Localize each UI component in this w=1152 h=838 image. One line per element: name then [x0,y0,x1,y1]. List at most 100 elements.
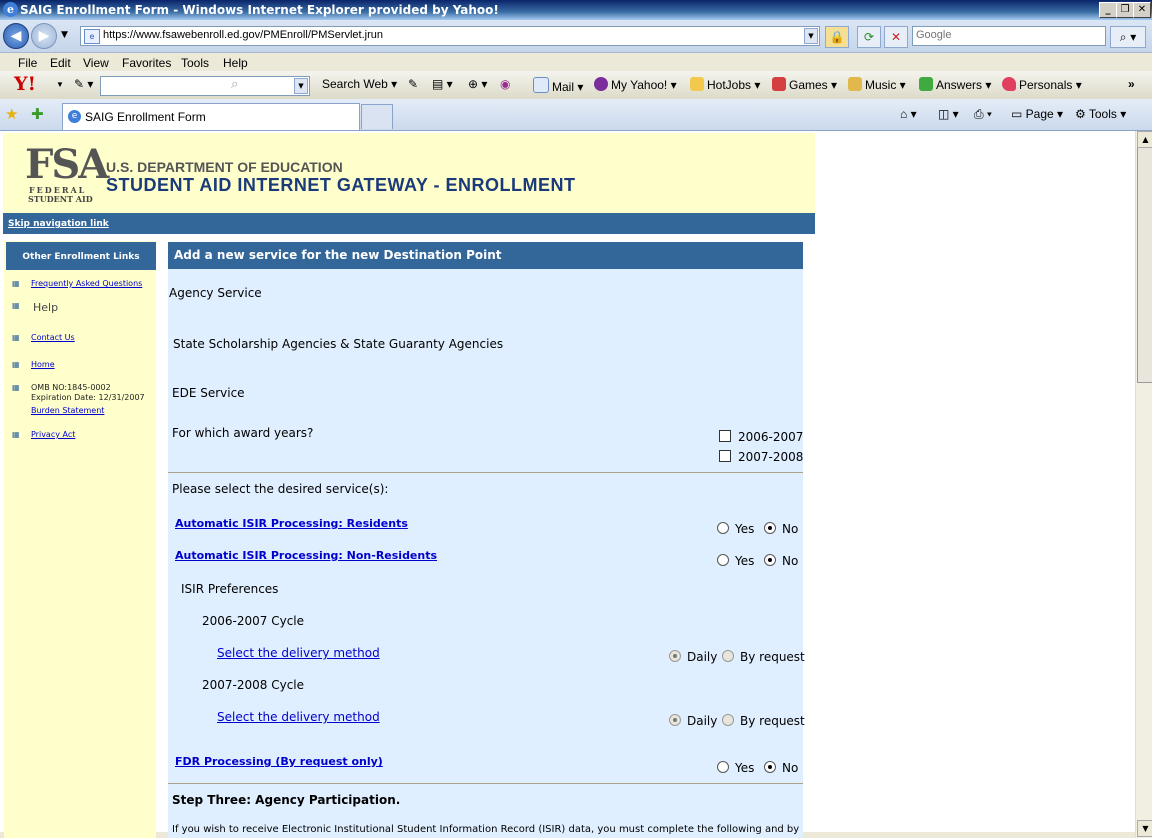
expiration-date: Expiration Date: 12/31/2007 [31,393,145,402]
fsa-logo: FSA FEDERAL STUDENT AID [25,141,109,205]
form-icon[interactable]: ▤ ▾ [432,77,453,91]
headphones-icon[interactable]: ◉ [500,77,510,91]
isir-nonresidents-link[interactable]: Automatic ISIR Processing: Non-Residents [175,549,437,562]
isir-residents-no-radio[interactable] [764,522,776,534]
music-label: Music [865,78,897,92]
games-button[interactable]: Games ▾ [772,77,837,92]
daily-label: Daily [687,650,718,664]
home-icon[interactable]: ⌂ ▾ [900,107,917,121]
yahoo-dropdown-icon[interactable]: ▼ [56,80,64,89]
history-dropdown-icon[interactable]: ▼ [61,30,68,40]
new-tab-button[interactable] [361,104,393,129]
cycle1-by-request[interactable]: By request [722,650,805,664]
stop-icon[interactable]: ✕ [884,26,908,48]
yahoo-search-input[interactable]: ⌕ ▼ [100,76,310,96]
menu-tools[interactable]: Tools [181,56,209,70]
delivery-method-link-2[interactable]: Select the delivery method [217,710,380,724]
isir-residents-yes[interactable]: Yes [717,522,754,536]
menu-favorites[interactable]: Favorites [122,56,171,70]
search-input[interactable] [913,27,1105,43]
award-year-checkbox-1[interactable] [719,430,731,442]
games-label: Games [789,78,828,92]
favorites-star-icon[interactable]: ★ [5,105,18,123]
mail-button[interactable]: Mail ▾ [533,77,583,94]
address-field[interactable]: e https://www.fsawebenroll.ed.gov/PMEnro… [80,26,820,46]
isir-residents-link[interactable]: Automatic ISIR Processing: Residents [175,517,408,530]
hotjobs-button[interactable]: HotJobs ▾ [690,77,760,92]
privacy-act-link[interactable]: Privacy Act [31,430,75,439]
answers-button[interactable]: Answers ▾ [919,77,991,92]
cycle1-daily-radio[interactable] [669,650,681,662]
magnifier-icon: ⌕ [231,77,239,92]
faq-link[interactable]: Frequently Asked Questions [31,279,142,288]
menu-file[interactable]: File [18,56,37,70]
menu-view[interactable]: View [83,56,109,70]
cycle2-by-request-radio[interactable] [722,714,734,726]
isir-nonresidents-no-radio[interactable] [764,554,776,566]
print-icon[interactable]: ⎙ ▾ [974,107,992,122]
page-menu-label: Page [1025,107,1054,121]
tab-title: SAIG Enrollment Form [85,110,206,124]
maximize-button[interactable]: ❐ [1116,2,1134,18]
isir-nonresidents-yes-radio[interactable] [717,554,729,566]
tools-menu-button[interactable]: ⚙ Tools ▾ [1075,107,1126,121]
page-menu-button[interactable]: ▭ Page ▾ [1011,107,1063,121]
cycle1-daily[interactable]: Daily [669,650,717,664]
cycle2-daily-radio[interactable] [669,714,681,726]
highlight-icon[interactable]: ✎ [408,77,418,91]
personals-button[interactable]: Personals ▾ [1002,77,1082,92]
chevron-more-icon[interactable]: » [1128,77,1135,91]
feeds-icon[interactable]: ◫ ▾ [938,107,959,121]
cycle1-by-request-radio[interactable] [722,650,734,662]
refresh-icon[interactable]: ⟳ [857,26,881,48]
home-link[interactable]: Home [31,360,55,369]
award-year-checkbox-2[interactable] [719,450,731,462]
search-button[interactable]: ⌕ ▾ [1110,26,1146,48]
fdr-yes[interactable]: Yes [717,761,754,775]
back-button[interactable]: ◀ [3,23,29,49]
delivery-method-link-1[interactable]: Select the delivery method [217,646,380,660]
award-year-option-2[interactable]: 2007-2008 [719,450,803,464]
scrollbar-thumb[interactable] [1137,137,1152,383]
menu-help[interactable]: Help [223,56,248,70]
help-link[interactable]: Help [33,301,58,314]
fdr-no[interactable]: No [764,761,798,775]
address-dropdown-icon[interactable]: ▼ [804,28,818,44]
yahoo-search-dropdown-icon[interactable]: ▼ [294,78,308,94]
music-button[interactable]: Music ▾ [848,77,906,92]
cycle2-by-request[interactable]: By request [722,714,805,728]
globe-icon[interactable]: ⊕ ▾ [468,77,487,91]
fdr-no-radio[interactable] [764,761,776,773]
close-window-button[interactable]: ✕ [1133,2,1151,18]
my-yahoo-button[interactable]: My Yahoo! ▾ [594,77,677,92]
isir-residents-no[interactable]: No [764,522,798,536]
yahoo-logo-icon[interactable]: Y! [14,73,36,95]
fdr-processing-link[interactable]: FDR Processing (By request only) [175,755,383,768]
vertical-scrollbar[interactable]: ▲ ▼ [1135,131,1152,838]
burden-statement-link[interactable]: Burden Statement [31,406,104,415]
search-web-button[interactable]: Search Web ▾ [322,77,397,91]
cycle2-daily[interactable]: Daily [669,714,717,728]
hotjobs-label: HotJobs [707,78,752,92]
page-header: FSA FEDERAL STUDENT AID U.S. DEPARTMENT … [3,133,815,213]
isir-nonresidents-no[interactable]: No [764,554,798,568]
minimize-button[interactable]: _ [1099,2,1117,18]
menu-bar: File Edit View Favorites Tools Help [0,53,1152,71]
skip-navigation-link[interactable]: Skip navigation link [8,219,109,229]
lock-icon[interactable]: 🔒 [825,26,849,48]
yahoo-toolbar: Y! ▼ ✎ ▾ ⌕ ▼ Search Web ▾ ✎ ▤ ▾ ⊕ ▾ ◉ Ma… [0,71,1152,100]
award-year-option-1[interactable]: 2006-2007 [719,430,803,444]
scroll-down-icon[interactable]: ▼ [1137,820,1152,837]
pencil-icon[interactable]: ✎ ▾ [74,77,93,91]
add-favorite-icon[interactable]: ✚ [31,105,44,123]
contact-link[interactable]: Contact Us [31,333,75,342]
isir-residents-yes-radio[interactable] [717,522,729,534]
tab-saig-enrollment[interactable]: e SAIG Enrollment Form [62,103,360,130]
isir-nonresidents-yes[interactable]: Yes [717,554,754,568]
music-icon [848,77,862,91]
scroll-up-icon[interactable]: ▲ [1137,131,1152,148]
fdr-yes-radio[interactable] [717,761,729,773]
forward-button[interactable]: ▶ [31,23,57,49]
search-box[interactable] [912,26,1106,46]
menu-edit[interactable]: Edit [50,56,71,70]
